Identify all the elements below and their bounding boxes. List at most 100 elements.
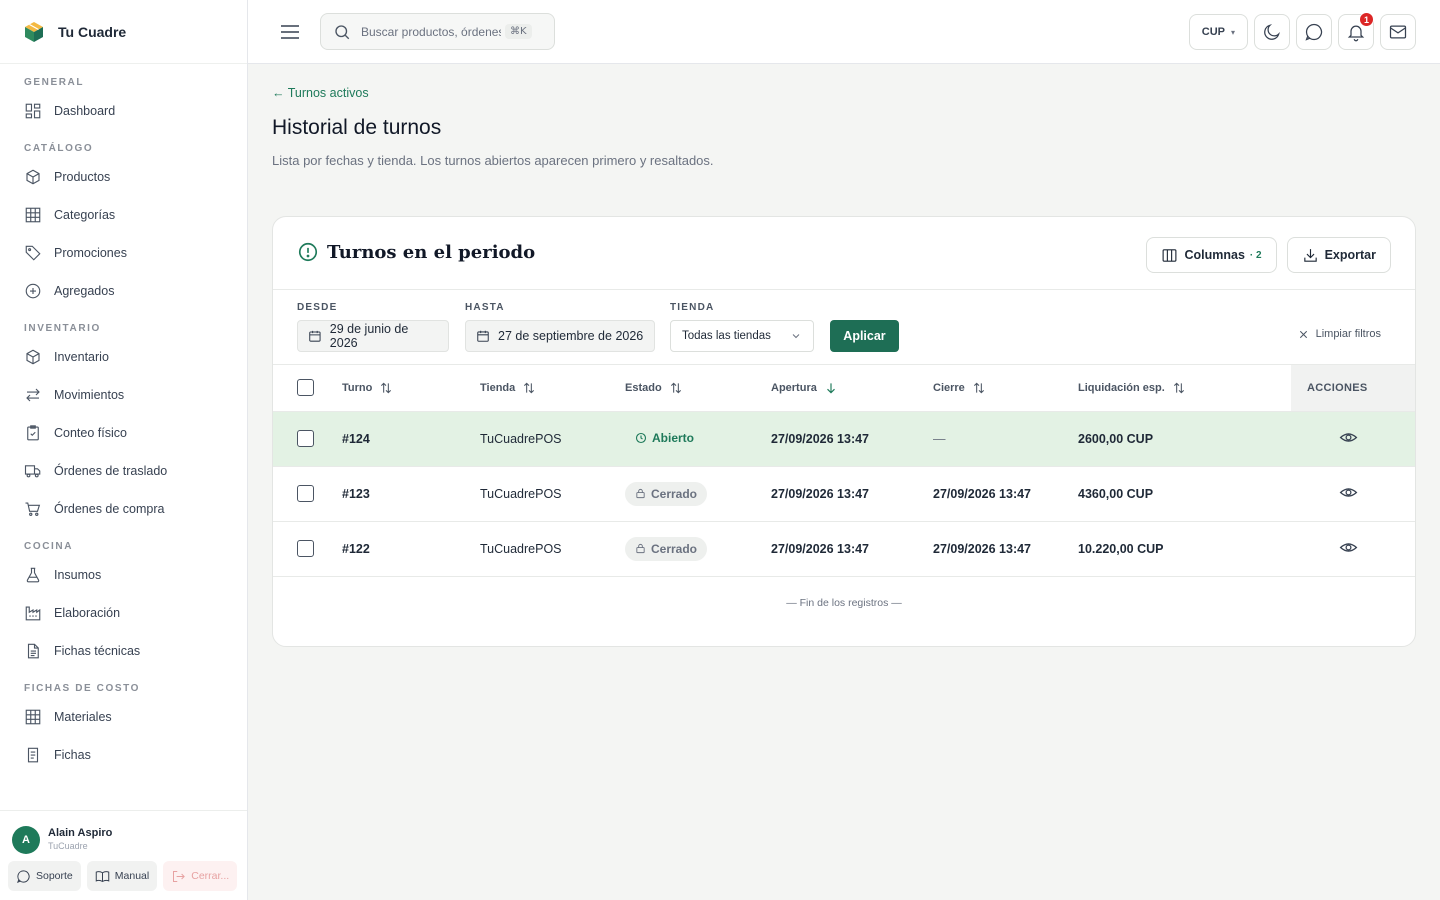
- table-header-row: Turno Tienda Estado Apertura Cierre Liqu…: [273, 365, 1415, 412]
- main-content: ← Turnos activos Historial de turnos Lis…: [248, 64, 1440, 900]
- eye-icon[interactable]: [1339, 483, 1358, 502]
- eye-icon[interactable]: [1339, 538, 1358, 557]
- sort-icon: [670, 382, 681, 394]
- section-title-fichas-costo: FICHAS DE COSTO: [24, 683, 141, 694]
- col-header-status[interactable]: Estado: [625, 381, 771, 395]
- sidebar-item-label: Movimientos: [54, 388, 125, 402]
- sidebar-item-dashboard[interactable]: Dashboard: [0, 92, 247, 130]
- clock-icon: [635, 432, 647, 443]
- logout-icon: [173, 870, 186, 882]
- cell-opening: 27/09/2026 13:47: [771, 411, 933, 467]
- document-icon: [24, 642, 42, 660]
- cell-opening: 27/09/2026 13:47: [771, 466, 933, 522]
- brand[interactable]: Tu Cuadre: [0, 0, 247, 64]
- shortcut-hint: ⌘K: [505, 24, 532, 39]
- columns-button[interactable]: Columnas · 2: [1146, 237, 1277, 273]
- chevron-down-icon: [792, 334, 800, 339]
- sidebar-item-materiales[interactable]: Materiales: [0, 698, 247, 736]
- sidebar-item-categorias[interactable]: Categorías: [0, 196, 247, 234]
- store-select[interactable]: Todas las tiendas: [670, 320, 814, 352]
- col-header-label: Estado: [625, 381, 662, 394]
- messages-button[interactable]: [1296, 14, 1332, 50]
- box-icon: [24, 348, 42, 366]
- clear-filters-button[interactable]: Limpiar filtros: [1298, 328, 1381, 340]
- support-button[interactable]: Soporte: [8, 861, 81, 891]
- row-checkbox[interactable]: [297, 430, 314, 447]
- sidebar-item-agregados[interactable]: Agregados: [0, 272, 247, 310]
- col-header-store[interactable]: Tienda: [480, 381, 625, 395]
- cell-settlement: 4360,00 CUP: [1078, 466, 1291, 522]
- col-header-label: Liquidación esp.: [1078, 381, 1165, 394]
- columns-label: Columnas: [1184, 248, 1245, 262]
- cell-closing: 27/09/2026 13:47: [933, 521, 1078, 577]
- from-date-field[interactable]: 29 de junio de 2026: [297, 320, 449, 352]
- filters-bar: DESDE 29 de junio de 2026 HASTA 27 de se…: [273, 290, 1415, 365]
- sidebar-item-label: Conteo físico: [54, 426, 127, 440]
- currency-selector[interactable]: CUP ▾: [1188, 14, 1248, 50]
- menu-toggle-button[interactable]: [278, 20, 302, 44]
- from-label: DESDE: [297, 302, 338, 313]
- logout-button[interactable]: Cerrar...: [163, 861, 238, 891]
- sidebar-item-fichas[interactable]: Fichas: [0, 736, 247, 774]
- row-checkbox[interactable]: [297, 540, 314, 557]
- support-label: Soporte: [36, 870, 73, 882]
- calendar-icon: [477, 330, 489, 342]
- sidebar-item-fichas-tecnicas[interactable]: Fichas técnicas: [0, 632, 247, 670]
- search-input[interactable]: [361, 24, 501, 39]
- cell-opening: 27/09/2026 13:47: [771, 521, 933, 577]
- col-header-settlement[interactable]: Liquidación esp.: [1078, 381, 1291, 395]
- search-box[interactable]: ⌘K: [320, 13, 555, 50]
- row-checkbox[interactable]: [297, 485, 314, 502]
- sidebar-item-promociones[interactable]: Promociones: [0, 234, 247, 272]
- eye-icon[interactable]: [1339, 428, 1358, 447]
- notifications-button[interactable]: 1: [1338, 12, 1374, 50]
- search-icon: [335, 24, 350, 39]
- shifts-card: Turnos en el periodo Columnas · 2 Export…: [272, 216, 1416, 647]
- cell-turn: #123: [342, 466, 480, 522]
- sidebar-item-label: Órdenes de traslado: [54, 464, 168, 478]
- export-button[interactable]: Exportar: [1286, 237, 1391, 273]
- sidebar-item-label: Fichas: [54, 748, 91, 762]
- clear-filters-label: Limpiar filtros: [1315, 328, 1381, 340]
- sidebar-item-ordenes-traslado[interactable]: Órdenes de traslado: [0, 452, 247, 490]
- theme-toggle-button[interactable]: [1254, 14, 1290, 50]
- table-row[interactable]: #122 TuCuadrePOS Cerrado 27/09/2026 13:4…: [273, 521, 1415, 577]
- export-label: Exportar: [1324, 248, 1376, 262]
- topbar: ⌘K CUP ▾ 1: [248, 0, 1440, 64]
- table-row[interactable]: #124 TuCuadrePOS Abierto 27/09/2026 13:4…: [273, 411, 1415, 467]
- sidebar-item-inventario[interactable]: Inventario: [0, 338, 247, 376]
- select-all-checkbox[interactable]: [297, 379, 314, 397]
- sidebar-item-productos[interactable]: Productos: [0, 158, 247, 196]
- table-row[interactable]: #123 TuCuadrePOS Cerrado 27/09/2026 13:4…: [273, 466, 1415, 522]
- arrows-icon: [24, 386, 42, 404]
- grid-icon: [24, 206, 42, 224]
- sidebar-item-movimientos[interactable]: Movimientos: [0, 376, 247, 414]
- sidebar-item-conteo-fisico[interactable]: Conteo físico: [0, 414, 247, 452]
- status-badge-open: Abierto: [625, 431, 694, 445]
- brand-name: Tu Cuadre: [58, 23, 127, 40]
- to-date-field[interactable]: 27 de septiembre de 2026: [465, 320, 655, 352]
- apply-button[interactable]: Aplicar: [830, 320, 899, 352]
- cell-settlement: 10.220,00 CUP: [1078, 521, 1291, 577]
- status-label: Cerrado: [651, 541, 698, 556]
- mail-button[interactable]: [1380, 14, 1416, 50]
- sidebar-item-ordenes-compra[interactable]: Órdenes de compra: [0, 490, 247, 528]
- col-header-opening[interactable]: Apertura: [771, 381, 933, 395]
- back-link[interactable]: ← Turnos activos: [272, 86, 369, 100]
- alert-circle-icon: [298, 242, 318, 262]
- sort-icon: [1173, 382, 1184, 394]
- dashboard-icon: [24, 102, 42, 120]
- col-header-turn[interactable]: Turno: [342, 381, 480, 395]
- section-title-catalogo: CATÁLOGO: [24, 143, 94, 154]
- col-header-actions: ACCIONES: [1291, 365, 1415, 412]
- sidebar-item-insumos[interactable]: Insumos: [0, 556, 247, 594]
- manual-button[interactable]: Manual: [86, 861, 158, 891]
- col-header-closing[interactable]: Cierre: [933, 381, 1078, 395]
- sidebar-item-label: Productos: [54, 170, 111, 184]
- user-profile[interactable]: A Alain Aspiro TuCuadre: [0, 811, 247, 859]
- sidebar-item-elaboracion[interactable]: Elaboración: [0, 594, 247, 632]
- card-title: Turnos en el periodo: [327, 241, 536, 263]
- store-select-value: Todas las tiendas: [682, 330, 771, 342]
- sidebar-item-label: Categorías: [54, 208, 116, 222]
- cell-store: TuCuadrePOS: [480, 521, 625, 577]
